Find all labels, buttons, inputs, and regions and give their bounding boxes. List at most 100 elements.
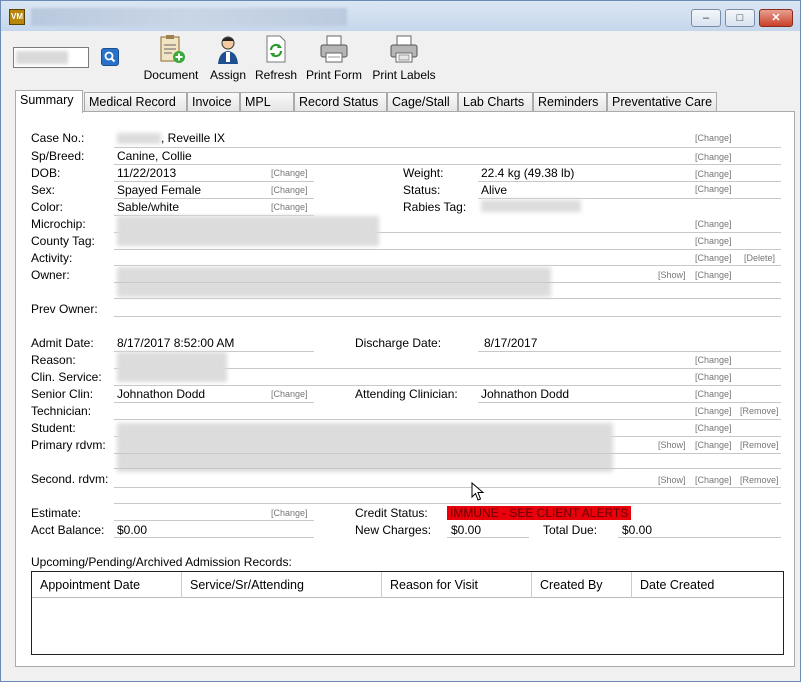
color-change-link[interactable]: [Change] xyxy=(271,202,308,212)
sex-value: Spayed Female xyxy=(117,183,202,197)
minimize-button[interactable]: – xyxy=(691,9,721,27)
sex-change-link[interactable]: [Change] xyxy=(271,185,308,195)
person-icon xyxy=(212,33,244,65)
attending-clinician-value: Johnathon Dodd xyxy=(481,387,570,401)
case-no-change-link[interactable]: [Change] xyxy=(695,133,732,143)
admit-date-label: Admit Date: xyxy=(31,336,94,350)
tab-cage-stall[interactable]: Cage/Stall xyxy=(387,92,458,112)
column-date-created[interactable]: Date Created xyxy=(632,572,783,598)
admissions-table[interactable]: Appointment Date Service/Sr/Attending Re… xyxy=(31,571,784,655)
clin-service-change-link[interactable]: [Change] xyxy=(695,372,732,382)
document-button[interactable]: Document xyxy=(142,33,200,82)
primary-rdvm-show-link[interactable]: [Show] xyxy=(658,440,686,450)
discharge-date-label: Discharge Date: xyxy=(355,336,442,350)
refresh-button[interactable]: Refresh xyxy=(254,33,298,82)
county-tag-change-link[interactable]: [Change] xyxy=(695,236,732,246)
county-tag-label: County Tag: xyxy=(31,234,95,248)
owner-change-link[interactable]: [Change] xyxy=(695,270,732,280)
student-label: Student: xyxy=(31,421,76,435)
microchip-change-link[interactable]: [Change] xyxy=(695,219,732,229)
column-appointment-date[interactable]: Appointment Date xyxy=(32,572,182,598)
divider xyxy=(114,537,314,538)
column-service[interactable]: Service/Sr/Attending xyxy=(182,572,382,598)
senior-clin-label: Senior Clin: xyxy=(31,387,94,401)
tab-invoice[interactable]: Invoice xyxy=(187,92,240,112)
total-due-value: $0.00 xyxy=(622,523,653,537)
reason-change-link[interactable]: [Change] xyxy=(695,355,732,365)
senior-clin-change-link[interactable]: [Change] xyxy=(271,389,308,399)
divider xyxy=(114,198,314,199)
divider xyxy=(478,402,781,403)
status-change-link[interactable]: [Change] xyxy=(695,184,732,194)
column-reason[interactable]: Reason for Visit xyxy=(382,572,532,598)
dob-change-link[interactable]: [Change] xyxy=(271,168,308,178)
assign-button[interactable]: Assign xyxy=(208,33,248,82)
microchip-label: Microchip: xyxy=(31,217,86,231)
sex-label: Sex: xyxy=(31,183,56,197)
column-created-by[interactable]: Created By xyxy=(532,572,632,598)
weight-change-link[interactable]: [Change] xyxy=(695,169,732,179)
divider xyxy=(114,147,781,148)
technician-remove-link[interactable]: [Remove] xyxy=(740,406,779,416)
activity-change-link[interactable]: [Change] xyxy=(695,253,732,263)
print-labels-button[interactable]: Print Labels xyxy=(371,33,437,82)
primary-rdvm-change-link[interactable]: [Change] xyxy=(695,440,732,450)
window-title-redacted xyxy=(31,8,347,26)
senior-clin-value: Johnathon Dodd xyxy=(117,387,206,401)
title-bar[interactable]: VM – □ ✕ xyxy=(1,1,800,31)
close-button[interactable]: ✕ xyxy=(759,9,793,27)
divider xyxy=(114,298,781,299)
student-change-link[interactable]: [Change] xyxy=(695,423,732,433)
color-value: Sable/white xyxy=(117,200,180,214)
divider xyxy=(114,453,781,454)
refresh-icon xyxy=(260,33,292,65)
primary-rdvm-redacted xyxy=(117,423,613,472)
tab-mpl[interactable]: MPL xyxy=(240,92,294,112)
search-button[interactable] xyxy=(101,48,119,66)
printer-labels-icon xyxy=(388,33,420,65)
reason-service-redacted xyxy=(117,352,227,382)
print-form-button[interactable]: Print Form xyxy=(304,33,364,82)
divider xyxy=(447,537,529,538)
owner-show-link[interactable]: [Show] xyxy=(658,270,686,280)
divider xyxy=(114,385,781,386)
credit-status-alert: IMMUNE - SEE CLIENT ALERTS xyxy=(447,506,632,520)
search-input[interactable] xyxy=(13,47,89,68)
acct-balance-value: $0.00 xyxy=(117,523,148,537)
rabies-tag-redacted xyxy=(481,200,581,212)
attending-change-link[interactable]: [Change] xyxy=(695,389,732,399)
admissions-title: Upcoming/Pending/Archived Admission Reco… xyxy=(31,555,292,569)
reason-label: Reason: xyxy=(31,353,76,367)
clipboard-add-icon xyxy=(155,33,187,65)
divider xyxy=(114,402,314,403)
divider xyxy=(478,181,781,182)
technician-change-link[interactable]: [Change] xyxy=(695,406,732,416)
total-due-label: Total Due: xyxy=(543,523,598,537)
species-label: Sp/Breed: xyxy=(31,149,85,163)
estimate-change-link[interactable]: [Change] xyxy=(271,508,308,518)
second-rdvm-show-link[interactable]: [Show] xyxy=(658,475,686,485)
clin-service-label: Clin. Service: xyxy=(31,370,102,384)
attending-clinician-label: Attending Clinician: xyxy=(355,387,458,401)
prev-owner-label: Prev Owner: xyxy=(31,302,98,316)
divider xyxy=(114,181,314,182)
maximize-button[interactable]: □ xyxy=(725,9,755,27)
divider xyxy=(478,351,781,352)
primary-rdvm-remove-link[interactable]: [Remove] xyxy=(740,440,779,450)
species-change-link[interactable]: [Change] xyxy=(695,152,732,162)
case-no-redacted xyxy=(117,133,161,144)
second-rdvm-remove-link[interactable]: [Remove] xyxy=(740,475,779,485)
tab-preventative-care[interactable]: Preventative Care xyxy=(607,92,717,112)
case-no-label: Case No.: xyxy=(31,131,85,145)
divider xyxy=(114,468,781,469)
divider xyxy=(114,419,781,420)
tab-summary[interactable]: Summary xyxy=(15,90,83,113)
tab-medical-record[interactable]: Medical Record xyxy=(84,92,187,112)
tab-record-status[interactable]: Record Status xyxy=(294,92,387,112)
microchip-county-redacted xyxy=(117,216,379,246)
tab-reminders[interactable]: Reminders xyxy=(533,92,607,112)
tab-lab-charts[interactable]: Lab Charts xyxy=(458,92,533,112)
activity-delete-link[interactable]: [Delete] xyxy=(744,253,775,263)
second-rdvm-change-link[interactable]: [Change] xyxy=(695,475,732,485)
print-labels-label: Print Labels xyxy=(372,68,436,82)
